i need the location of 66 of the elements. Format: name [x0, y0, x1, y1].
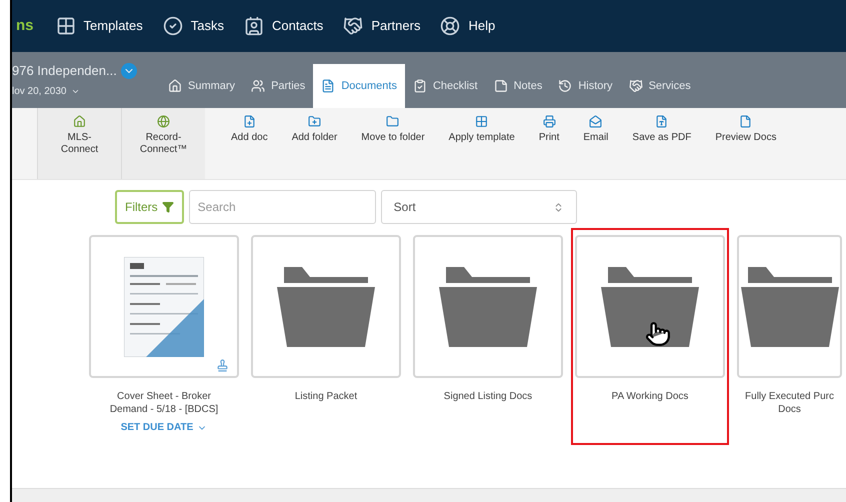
folder-icon: [601, 266, 699, 346]
brand-text: ns: [16, 16, 34, 36]
item-tile[interactable]: Listing Packet: [247, 228, 405, 445]
folder-icon: [386, 115, 400, 128]
folder-plus-icon: [308, 115, 321, 128]
folder-icon: [439, 266, 537, 346]
nav-item[interactable]: Templates: [56, 16, 143, 36]
filter-icon: [162, 201, 174, 213]
toolbar-button[interactable]: Email: [571, 108, 620, 144]
document-icon: [739, 115, 752, 128]
stamp-icon: [216, 359, 229, 372]
check-circle-icon: [162, 16, 183, 36]
toolbar-button[interactable]: MLS-Connect: [37, 108, 121, 179]
toolbar-button[interactable]: Print: [526, 108, 572, 144]
tab[interactable]: Services: [620, 64, 699, 108]
document-icon: [321, 79, 336, 93]
toolbar-button[interactable]: Move to folder: [349, 108, 437, 144]
sort-dropdown[interactable]: Sort: [380, 190, 577, 224]
toolbar-button[interactable]: Add folder: [280, 108, 350, 144]
history-icon: [558, 79, 572, 93]
handshake-icon: [628, 79, 643, 93]
home-icon: [168, 79, 182, 93]
pdf-icon: [655, 115, 668, 128]
folder-icon: [277, 266, 375, 346]
nav-item[interactable]: Partners: [343, 16, 420, 36]
item-label: PA Working Docs: [610, 390, 690, 403]
folder-icon: [740, 266, 838, 346]
item-label: Signed Listing Docs: [442, 390, 534, 403]
toolbar-button[interactable]: Preview Docs: [703, 108, 788, 144]
house-icon: [73, 115, 86, 128]
handshake-icon: [343, 16, 364, 36]
item-tile[interactable]: Fully Executed Purc Docs: [733, 228, 846, 445]
users-icon: [251, 79, 266, 93]
toolbar-button[interactable]: Record-Connect™: [121, 108, 205, 179]
tab[interactable]: Documents: [313, 64, 405, 108]
dropdown-badge-icon: [120, 62, 137, 78]
tab[interactable]: Checklist: [404, 64, 486, 108]
printer-icon: [542, 115, 556, 128]
file-plus-icon: [242, 115, 256, 128]
nav-item[interactable]: Tasks: [162, 16, 224, 36]
search-field[interactable]: Search: [188, 190, 376, 224]
contact-book-icon: [244, 16, 264, 36]
note-icon: [494, 79, 508, 93]
transaction-address: 976 Independen...: [12, 62, 117, 80]
nav-item[interactable]: Help: [440, 16, 496, 36]
tab[interactable]: Notes: [486, 64, 550, 108]
mail-icon: [589, 115, 602, 128]
grid-icon: [56, 16, 76, 36]
item-tile[interactable]: PA Working Docs: [571, 228, 729, 445]
item-tile[interactable]: Cover Sheet - Broker Demand - 5/18 - [BDCS] SET DUE DATE: [85, 228, 243, 445]
grid-icon: [475, 115, 488, 128]
toolbar-button[interactable]: Apply template: [436, 108, 527, 144]
nav-item[interactable]: Contacts: [244, 16, 324, 36]
lifebuoy-icon: [440, 16, 460, 36]
item-label: Listing Packet: [294, 390, 358, 403]
tab[interactable]: History: [550, 64, 621, 108]
clipboard-icon: [412, 79, 427, 93]
toolbar-button[interactable]: Add doc: [219, 108, 280, 144]
tab[interactable]: Summary: [160, 64, 244, 108]
transaction-date[interactable]: lov 20, 2030: [12, 84, 160, 100]
toolbar-button[interactable]: Save as PDF: [620, 108, 704, 144]
globe-icon: [157, 115, 170, 128]
item-label: Fully Executed Purc Docs: [744, 390, 835, 416]
item-label: Cover Sheet - Broker Demand - 5/18 - [BDCS]: [108, 390, 220, 416]
item-tile[interactable]: Signed Listing Docs: [409, 228, 567, 445]
tab[interactable]: Parties: [243, 64, 314, 108]
